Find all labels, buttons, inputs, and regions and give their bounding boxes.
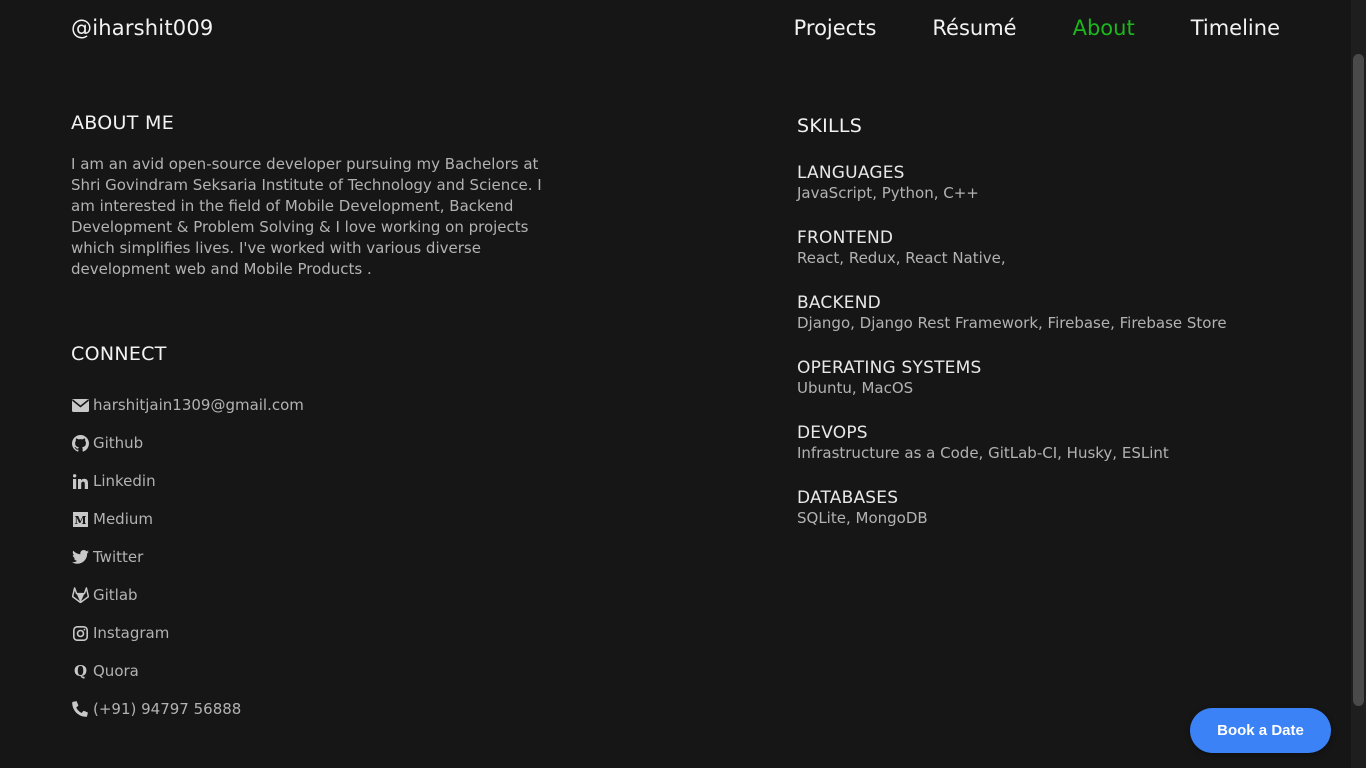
connect-quora[interactable]: Q Quora bbox=[71, 652, 304, 690]
linkedin-icon bbox=[71, 472, 89, 490]
connect-section: CONNECT harshitjain1309@gmail.com Github… bbox=[71, 343, 304, 744]
svg-text:M: M bbox=[74, 514, 86, 527]
phone-icon bbox=[71, 700, 89, 718]
skill-group-values: Infrastructure as a Code, GitLab-CI, Hus… bbox=[797, 444, 1169, 462]
skill-group-values: Django, Django Rest Framework, Firebase,… bbox=[797, 314, 1227, 332]
medium-icon: M bbox=[71, 510, 89, 528]
svg-text:Q: Q bbox=[73, 663, 86, 679]
skill-group-values: SQLite, MongoDB bbox=[797, 509, 928, 527]
skill-group-name: BACKEND bbox=[797, 293, 881, 313]
skill-group-name: LANGUAGES bbox=[797, 163, 905, 183]
skill-group-name: OPERATING SYSTEMS bbox=[797, 358, 982, 378]
book-a-date-button[interactable]: Book a Date bbox=[1190, 708, 1331, 753]
connect-medium[interactable]: M Medium bbox=[71, 500, 304, 538]
skill-group-values: Ubuntu, MacOS bbox=[797, 379, 914, 397]
skill-group-name: DATABASES bbox=[797, 488, 899, 508]
skill-group-name: DEVOPS bbox=[797, 423, 868, 443]
connect-title: CONNECT bbox=[71, 343, 167, 365]
connect-phone-label: (+91) 94797 56888 bbox=[93, 700, 242, 718]
connect-twitter[interactable]: Twitter bbox=[71, 538, 304, 576]
skill-group-values: React, Redux, React Native, bbox=[797, 249, 1006, 267]
connect-gitlab[interactable]: Gitlab bbox=[71, 576, 304, 614]
skill-group-languages: LANGUAGES JavaScript, Python, C++ bbox=[797, 162, 1277, 203]
skill-group-values: JavaScript, Python, C++ bbox=[797, 184, 979, 202]
nav-resume[interactable]: Résumé bbox=[932, 16, 1016, 40]
skill-group-backend: BACKEND Django, Django Rest Framework, F… bbox=[797, 292, 1277, 333]
skills-section: SKILLS LANGUAGES JavaScript, Python, C++… bbox=[797, 115, 1277, 528]
connect-medium-label: Medium bbox=[93, 510, 153, 528]
scrollbar-thumb[interactable] bbox=[1353, 54, 1364, 706]
twitter-icon bbox=[71, 548, 89, 566]
connect-github[interactable]: Github bbox=[71, 424, 304, 462]
about-text: I am an avid open-source developer pursu… bbox=[71, 155, 542, 278]
nav-projects[interactable]: Projects bbox=[794, 16, 877, 40]
connect-github-label: Github bbox=[93, 434, 144, 452]
connect-linkedin[interactable]: Linkedin bbox=[71, 462, 304, 500]
skill-group-name: FRONTEND bbox=[797, 228, 894, 248]
connect-linkedin-label: Linkedin bbox=[93, 472, 156, 490]
nav-about[interactable]: About bbox=[1073, 16, 1135, 40]
about-section: ABOUT ME I am an avid open-source develo… bbox=[71, 112, 551, 295]
skill-group-frontend: FRONTEND React, Redux, React Native, bbox=[797, 227, 1277, 268]
main-nav: Projects Résumé About Timeline bbox=[738, 16, 1280, 40]
connect-instagram-label: Instagram bbox=[93, 624, 170, 642]
vertical-scrollbar[interactable] bbox=[1351, 0, 1366, 768]
skills-title: SKILLS bbox=[797, 115, 863, 137]
page: @iharshit009 Projects Résumé About Timel… bbox=[0, 0, 1366, 768]
site-logo[interactable]: @iharshit009 bbox=[71, 16, 213, 40]
connect-list: harshitjain1309@gmail.com Github Linkedi… bbox=[71, 386, 304, 728]
nav-timeline[interactable]: Timeline bbox=[1191, 16, 1280, 40]
connect-gitlab-label: Gitlab bbox=[93, 586, 138, 604]
github-icon bbox=[71, 434, 89, 452]
gitlab-icon bbox=[71, 586, 89, 604]
quora-icon: Q bbox=[71, 662, 89, 680]
connect-twitter-label: Twitter bbox=[93, 548, 144, 566]
about-title: ABOUT ME bbox=[71, 112, 175, 134]
instagram-icon bbox=[71, 624, 89, 642]
connect-quora-label: Quora bbox=[93, 662, 139, 680]
skill-group-operating-systems: OPERATING SYSTEMS Ubuntu, MacOS bbox=[797, 357, 1277, 398]
skill-group-devops: DEVOPS Infrastructure as a Code, GitLab-… bbox=[797, 422, 1277, 463]
connect-phone[interactable]: (+91) 94797 56888 bbox=[71, 690, 304, 728]
envelope-icon bbox=[71, 396, 89, 414]
connect-email-label: harshitjain1309@gmail.com bbox=[93, 396, 304, 414]
skill-group-databases: DATABASES SQLite, MongoDB bbox=[797, 487, 1277, 528]
connect-instagram[interactable]: Instagram bbox=[71, 614, 304, 652]
connect-email[interactable]: harshitjain1309@gmail.com bbox=[71, 386, 304, 424]
